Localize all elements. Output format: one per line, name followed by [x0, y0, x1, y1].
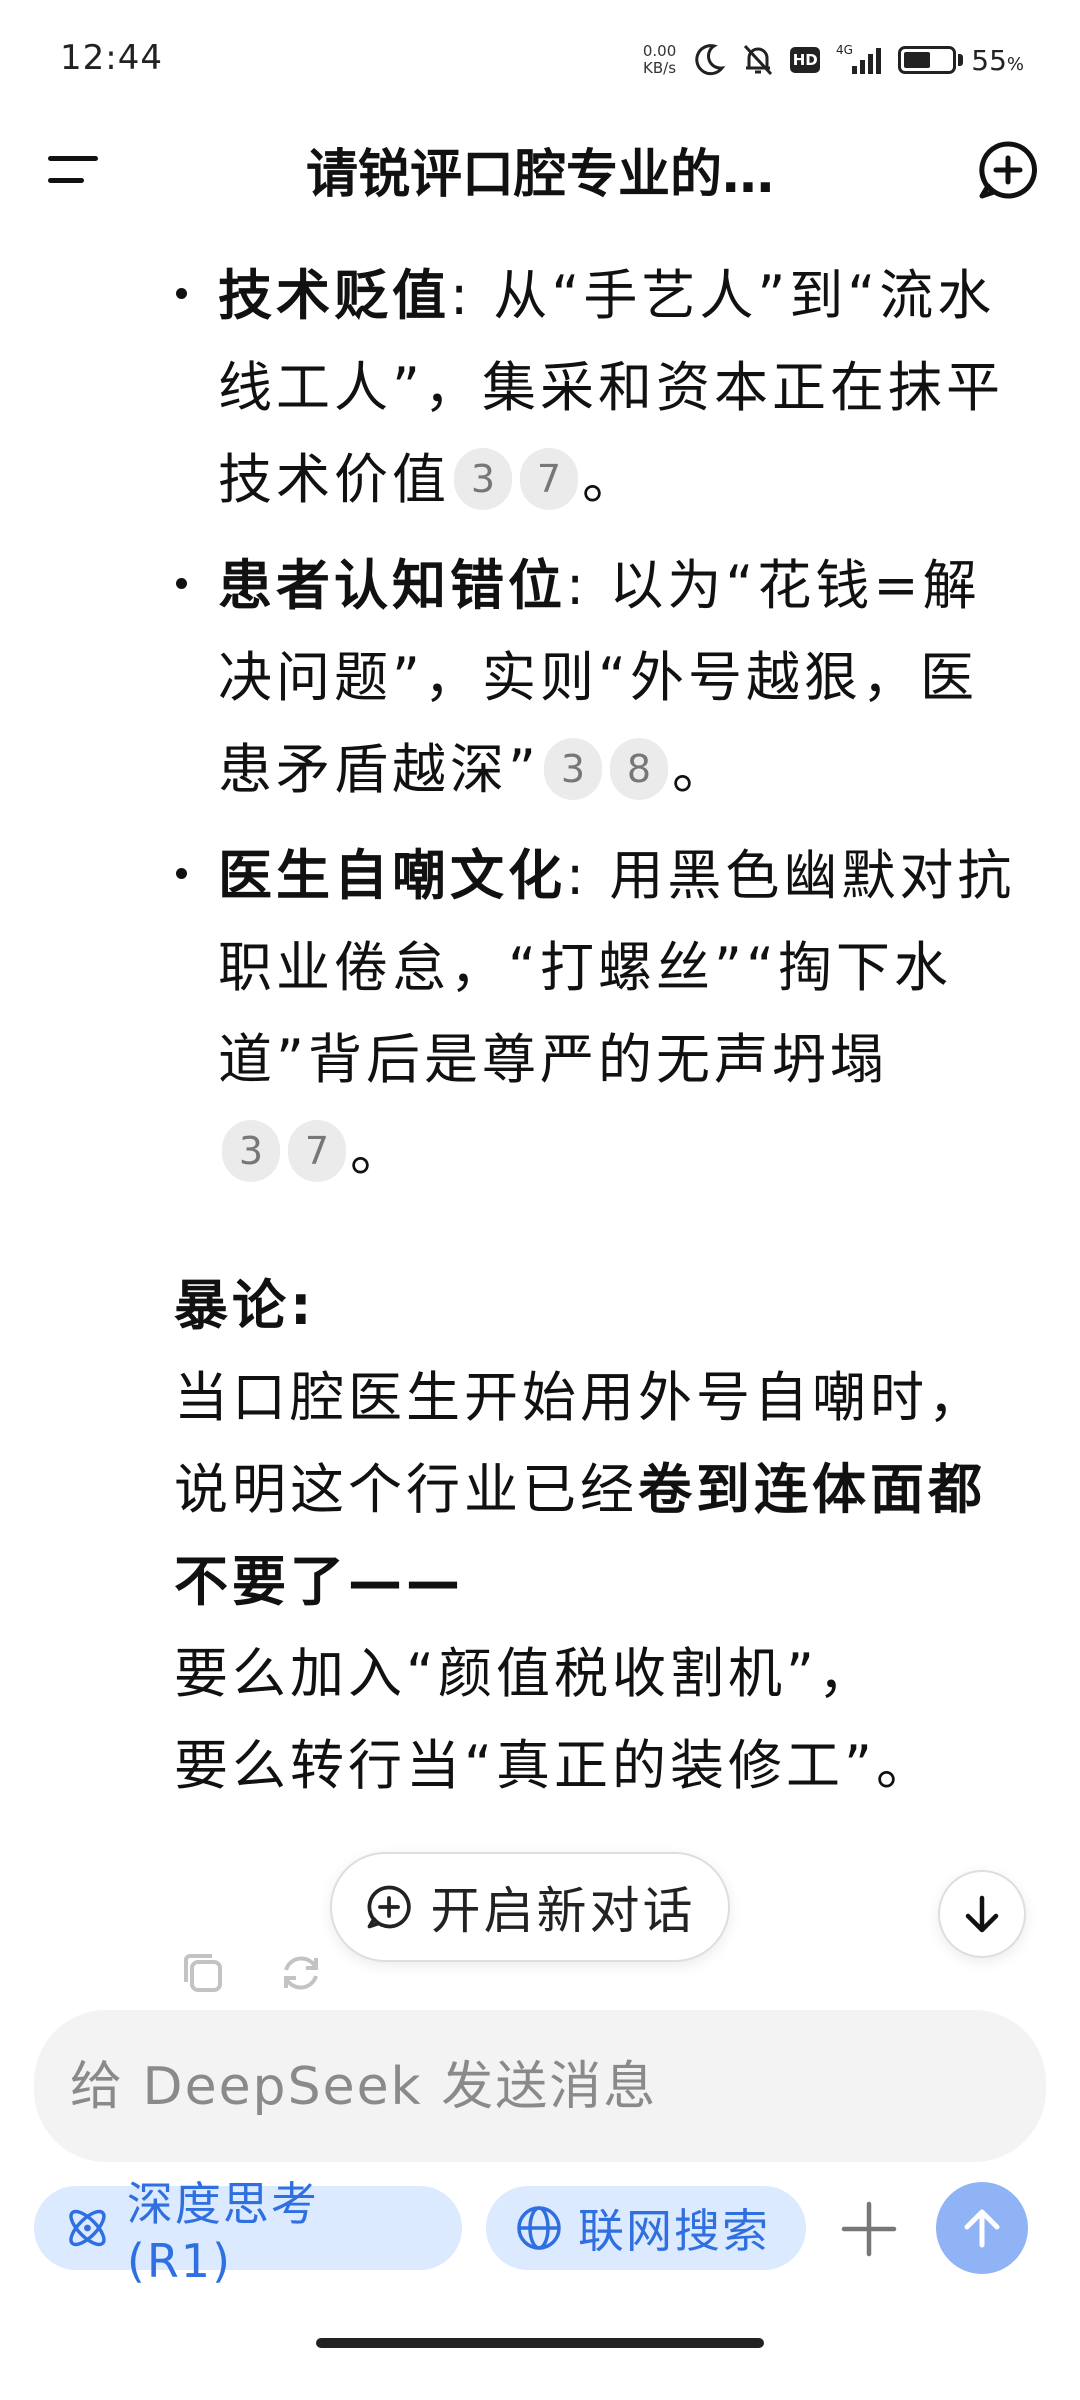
- net-speed-value: 0.00: [642, 42, 677, 60]
- arrow-up-icon: [964, 2209, 1000, 2248]
- start-new-chat-label: 开启新对话: [430, 1882, 696, 1940]
- conclusion-block: 暴论: 当口腔医生开始用外号自嘲时， 说明这个行业已经卷到连体面都不要了—— 要…: [174, 1260, 1034, 1812]
- bullet-list: 技术贬值: 从“手艺人”到“流水线工人”，集采和资本正在抹平技术价值 3 7。 患者…: [170, 250, 1030, 1212]
- deep-think-label: 深度思考 (R1): [126, 2177, 319, 2288]
- conclusion-line: 当口腔医生开始用外号自嘲时，: [174, 1366, 986, 1429]
- list-item: 患者认知错位: 以为“花钱=解决问题”，实则“外号越狠，医患矛盾越深” 3 8。: [170, 540, 1030, 816]
- copy-icon[interactable]: [178, 1948, 228, 1998]
- conversation-title: 请锐评口腔专业的…: [305, 145, 774, 205]
- conclusion-line: 要么转行当“真正的装修工”。: [174, 1734, 934, 1797]
- moon-icon: [690, 42, 726, 78]
- bullet-dot: [176, 288, 187, 299]
- conclusion-text: 说明这个行业已经: [174, 1458, 638, 1521]
- bullet-heading: 技术贬值: [218, 264, 450, 327]
- bullet-dot: [176, 868, 187, 879]
- menu-icon: [48, 156, 98, 161]
- atom-icon: [69, 2209, 106, 2247]
- new-chat-icon: [979, 141, 1037, 199]
- citation-badge[interactable]: 3: [454, 448, 512, 511]
- bullet-end: 。: [350, 1120, 408, 1183]
- home-indicator[interactable]: [316, 2338, 764, 2348]
- web-search-label: 联网搜索: [578, 2204, 770, 2258]
- chat-header: 请锐评口腔专业的…: [0, 120, 1080, 220]
- battery-percent: 55%: [971, 43, 1024, 77]
- bullet-end: 。: [582, 448, 640, 511]
- battery-indicator: 55%: [898, 44, 1024, 77]
- citation-badge[interactable]: 7: [520, 448, 578, 511]
- new-chat-icon: [367, 1885, 411, 1929]
- list-item: 技术贬值: 从“手艺人”到“流水线工人”，集采和资本正在抹平技术价值 3 7。: [170, 250, 1030, 526]
- scroll-to-bottom-button[interactable]: [938, 1870, 1026, 1958]
- start-new-chat-button[interactable]: 开启新对话: [330, 1852, 730, 1962]
- conclusion-line: 要么加入“颜值税收割机”，: [174, 1642, 876, 1705]
- arrow-down-icon: [965, 1895, 999, 1933]
- message-input[interactable]: [68, 2010, 1002, 2164]
- bullet-heading: 医生自嘲文化: [218, 844, 566, 907]
- send-button[interactable]: [936, 2182, 1028, 2274]
- plus-icon[interactable]: [834, 2194, 904, 2264]
- globe-icon: [517, 2206, 561, 2250]
- status-time: 12:44: [60, 38, 163, 78]
- web-search-toggle[interactable]: 联网搜索: [486, 2186, 806, 2270]
- bullet-end: 。: [671, 738, 730, 801]
- citation-badge[interactable]: 3: [543, 738, 602, 801]
- citation-badge[interactable]: 7: [288, 1120, 346, 1183]
- bullet-heading: 患者认知错位: [218, 554, 566, 617]
- menu-icon-line: [48, 178, 84, 183]
- deep-think-toggle[interactable]: 深度思考 (R1): [34, 2177, 462, 2288]
- citation-badge[interactable]: 3: [222, 1120, 280, 1183]
- net-speed-unit: KB/s: [643, 59, 677, 77]
- message-composer: [34, 2010, 1046, 2164]
- new-chat-button[interactable]: [976, 138, 1040, 202]
- svg-text:4G: 4G: [836, 43, 853, 57]
- conclusion-line: 说明这个行业已经卷到连体面都不要了——: [174, 1444, 1034, 1628]
- bullet-dot: [176, 578, 187, 589]
- bell-muted-icon: [740, 42, 776, 78]
- conclusion-heading: 暴论:: [174, 1274, 316, 1337]
- signal-icon: 4G: [834, 42, 884, 78]
- menu-button[interactable]: [40, 142, 106, 198]
- battery-icon: [898, 46, 957, 74]
- list-item: 医生自嘲文化: 用黑色幽默对抗职业倦怠，“打螺丝”“掏下水道”背后是尊严的无声坍…: [170, 830, 1030, 1198]
- hd-badge: HD: [790, 47, 821, 73]
- citation-badge[interactable]: 8: [609, 738, 668, 801]
- message-actions: [178, 1948, 326, 1998]
- net-speed: 0.00 KB/s: [643, 43, 676, 77]
- status-icons: 0.00 KB/s HD 4G 55%: [643, 36, 1024, 84]
- regenerate-icon[interactable]: [276, 1948, 326, 1998]
- composer-toolbar: 深度思考 (R1) 联网搜索: [34, 2177, 1046, 2288]
- status-bar: 12:44 0.00 KB/s HD 4G 55%: [0, 0, 1080, 120]
